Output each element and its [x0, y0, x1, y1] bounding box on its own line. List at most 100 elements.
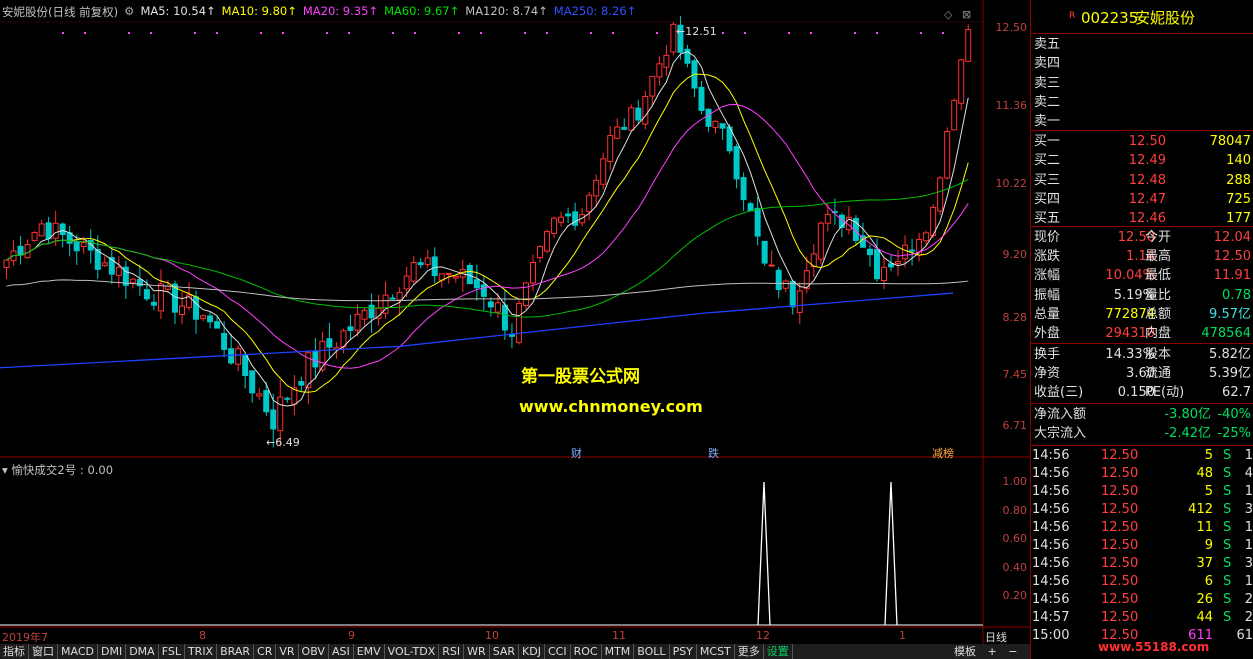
event-marker-finance[interactable]: 财 [571, 445, 582, 461]
minus-icon[interactable]: − [1004, 645, 1021, 658]
low-annotation: ←6.49 [266, 436, 300, 449]
tab-21[interactable]: BOLL [634, 644, 670, 659]
candle-body [642, 95, 649, 125]
tab-13[interactable]: VOL-TDX [385, 644, 440, 659]
sell-level-label: 卖五 [1034, 37, 1061, 52]
diamond-icon[interactable]: ◇ [944, 8, 952, 21]
candle-body [389, 297, 396, 300]
signal-dot [392, 32, 394, 34]
indicator-dropdown-icon[interactable]: ▾ [2, 463, 8, 477]
candle-body [115, 266, 122, 276]
tab-9[interactable]: VR [276, 644, 299, 659]
candle-body [3, 259, 10, 268]
candle-body [143, 289, 150, 300]
tick-side: S [1223, 556, 1232, 571]
kline-chart[interactable] [0, 0, 1030, 644]
tab-23[interactable]: MCST [697, 644, 735, 659]
tab-3[interactable]: DMI [98, 644, 127, 659]
high-annotation: ←12.51 [676, 25, 717, 38]
sell-level-row: 卖四 [1031, 55, 1253, 73]
candle-body [80, 242, 87, 248]
candle-body [284, 397, 291, 400]
tab-8[interactable]: CR [254, 644, 277, 659]
period-label[interactable]: 日线 [985, 629, 1007, 645]
tab-12[interactable]: EMV [354, 644, 385, 659]
candle-body [445, 273, 452, 276]
indicator-header: ▾ 愉快成交2号 : 0.00 [2, 462, 113, 478]
candle-body [45, 222, 52, 240]
template-button[interactable]: 模板 [950, 645, 980, 658]
tick-price: 12.50 [1101, 610, 1139, 625]
indicator-tick: 0.60 [1002, 532, 1028, 545]
ma250-line [0, 292, 954, 369]
indicator-tick: 0.40 [1002, 561, 1028, 574]
candle-body [937, 177, 944, 212]
flow-row: 净流入额 -3.80亿 -40% [1031, 406, 1253, 424]
tab-22[interactable]: PSY [670, 644, 697, 659]
tab-0[interactable]: 指标 [0, 644, 29, 659]
tab-25[interactable]: 设置 [764, 644, 793, 659]
tab-19[interactable]: ROC [571, 644, 602, 659]
candle-body [663, 54, 670, 68]
tick-row: 14:56 12.50 37 S 3 [1031, 555, 1253, 573]
candle-body [396, 292, 403, 301]
add-icon[interactable]: + [984, 645, 1001, 658]
ma60-label: MA60: 9.67↑ [384, 4, 460, 18]
tab-18[interactable]: CCI [545, 644, 571, 659]
tick-side: S [1223, 592, 1232, 607]
tick-count: 1 [1244, 484, 1253, 499]
signal-dot [216, 32, 218, 34]
ma10-label: MA10: 9.80↑ [221, 4, 297, 18]
tab-10[interactable]: OBV [299, 644, 329, 659]
signal-dot [876, 32, 878, 34]
candle-body [452, 275, 459, 279]
tick-time: 14:56 [1032, 448, 1070, 463]
tab-1[interactable]: 窗口 [29, 644, 58, 659]
tab-7[interactable]: BRAR [217, 644, 255, 659]
fund-label: 收益(三) [1034, 385, 1084, 401]
candle-body [621, 126, 628, 130]
tab-14[interactable]: RSI [439, 644, 465, 659]
price-tick: 7.45 [1002, 368, 1028, 381]
tab-5[interactable]: FSL [159, 644, 185, 659]
tab-2[interactable]: MACD [58, 644, 98, 659]
candle-body [501, 304, 508, 331]
price-tick: 8.28 [1002, 311, 1028, 324]
candle-body [909, 249, 916, 252]
tab-6[interactable]: TRIX [185, 644, 218, 659]
candle-body [136, 279, 143, 287]
tick-row: 14:56 12.50 5 S 1 [1031, 447, 1253, 465]
event-marker-list[interactable]: 减榜 [932, 445, 954, 461]
event-marker-drop[interactable]: 跌 [708, 445, 719, 461]
ma20-label: MA20: 9.35↑ [302, 4, 379, 18]
candle-body [129, 278, 136, 284]
candle-body [515, 302, 522, 343]
tick-price: 12.50 [1101, 538, 1139, 553]
signal-dot [62, 32, 64, 34]
signal-dot [744, 32, 746, 34]
fund-label: 股本 [1145, 347, 1172, 362]
fund-row: 换手 14.33% 股本 5.82亿 [1031, 346, 1253, 364]
tick-time: 14:56 [1032, 502, 1070, 517]
indicator-title: 愉快成交2号 : 0.00 [11, 463, 114, 477]
candle-body [614, 126, 621, 139]
close-icon[interactable]: ⊠ [962, 8, 971, 21]
candle-body [347, 326, 354, 331]
candle-body [73, 240, 80, 252]
candle-body [530, 262, 536, 284]
tab-17[interactable]: KDJ [519, 644, 545, 659]
tab-24[interactable]: 更多 [735, 644, 764, 659]
tab-16[interactable]: SAR [490, 644, 520, 659]
tab-11[interactable]: ASI [329, 644, 354, 659]
candle-body [101, 262, 108, 267]
buy-level-label: 买四 [1034, 191, 1061, 207]
tab-4[interactable]: DMA [126, 644, 159, 659]
candle-body [824, 213, 831, 224]
tick-time: 15:00 [1032, 628, 1070, 643]
tab-15[interactable]: WR [464, 644, 490, 659]
tab-20[interactable]: MTM [602, 644, 635, 659]
settings-icon[interactable]: ⚙ [124, 4, 134, 22]
candle-body [354, 313, 361, 331]
tick-count: 1 [1244, 538, 1253, 553]
buy-level-label: 买二 [1034, 153, 1061, 169]
